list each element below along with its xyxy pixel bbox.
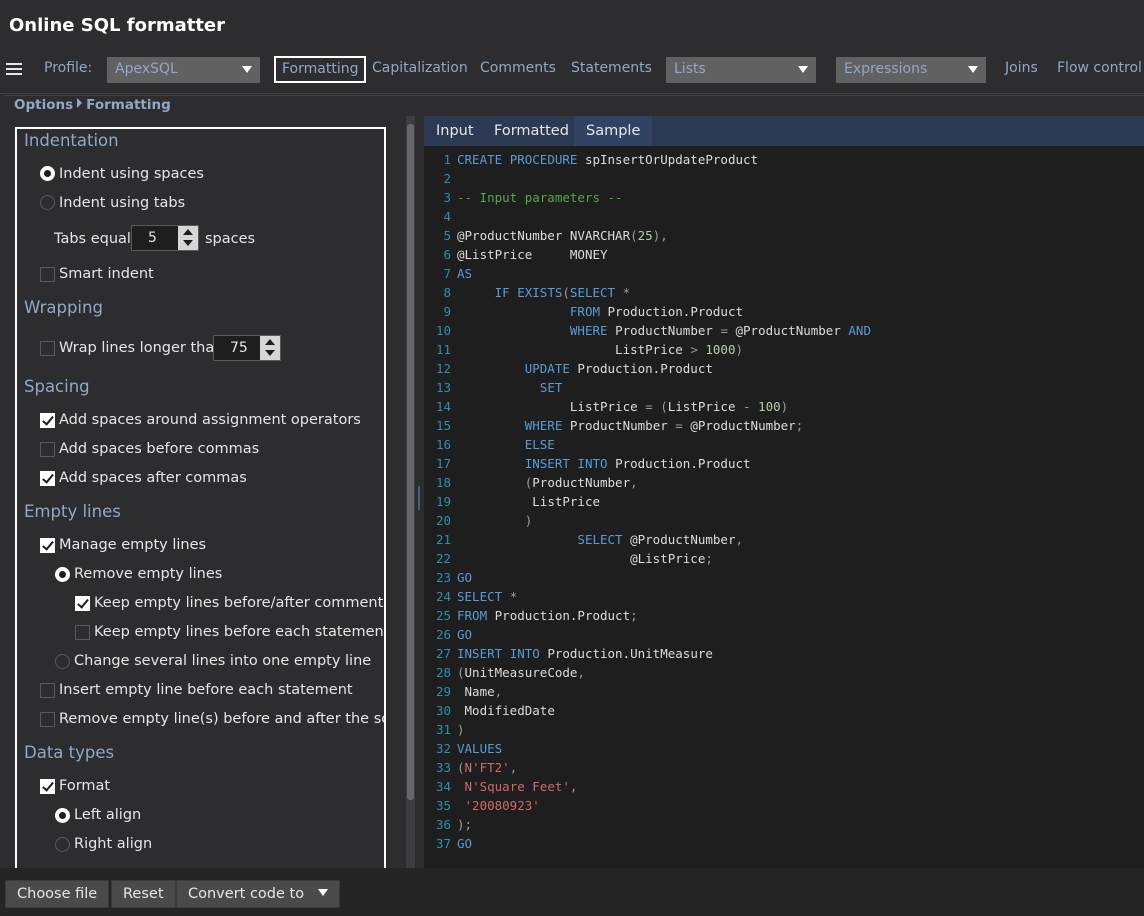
stepper-down-icon[interactable] [183, 240, 193, 246]
section-empty-lines: Empty lines [24, 502, 121, 521]
indent-tabs-label: Indent using tabs [59, 195, 186, 211]
change-lines-radio[interactable] [55, 654, 70, 669]
tabs-equal-stepper[interactable]: 5 [131, 225, 199, 251]
toolbar: Profile: ApexSQL Formatting Capitalizati… [0, 52, 1144, 94]
chevron-down-icon [242, 66, 252, 73]
tab-input[interactable]: Input [436, 123, 474, 139]
remove-script-lines-label: Remove empty line(s) before and after th… [59, 711, 386, 727]
panel-splitter[interactable] [415, 116, 424, 868]
change-lines-label: Change several lines into one empty line [74, 653, 372, 669]
chevron-down-icon [318, 889, 329, 896]
title-bar: Online SQL formatter [0, 0, 1144, 52]
breadcrumb-current: Formatting [86, 97, 171, 113]
assignment-spaces-label: Add spaces around assignment operators [59, 412, 361, 428]
lists-select-label: Lists [674, 61, 706, 77]
tab-comments[interactable]: Comments [480, 60, 556, 76]
bottom-bar: Choose file Reset Convert code to [0, 868, 1144, 916]
editor-tabs: Input Formatted Sample [424, 116, 1144, 146]
breadcrumb-bar: Options Formatting [4, 95, 1144, 116]
chevron-down-icon [968, 66, 978, 73]
left-align-radio[interactable] [55, 808, 70, 823]
wrap-lines-label: Wrap lines longer than [59, 340, 224, 356]
chevron-right-icon [77, 98, 83, 108]
format-checkbox[interactable] [40, 779, 55, 794]
tab-formatted[interactable]: Formatted [494, 123, 569, 139]
tabs-equal-value: 5 [148, 230, 157, 246]
choose-file-button[interactable]: Choose file [5, 880, 110, 908]
before-commas-label: Add spaces before commas [59, 441, 260, 457]
after-commas-checkbox[interactable] [40, 471, 55, 486]
profile-label: Profile: [44, 60, 93, 76]
convert-code-button[interactable]: Convert code to [176, 880, 341, 908]
format-label: Format [59, 778, 111, 794]
after-commas-label: Add spaces after commas [59, 470, 247, 486]
indent-spaces-radio[interactable] [40, 166, 55, 181]
right-align-label: Right align [74, 836, 153, 852]
app-title: Online SQL formatter [9, 15, 226, 36]
options-scrollbar[interactable] [406, 116, 415, 868]
scrollbar-thumb[interactable] [407, 124, 414, 800]
assignment-spaces-checkbox[interactable] [40, 413, 55, 428]
profile-select[interactable]: ApexSQL [107, 57, 260, 83]
tab-formatting[interactable]: Formatting [274, 56, 367, 83]
indent-tabs-radio[interactable] [40, 195, 55, 210]
keep-comments-checkbox[interactable] [75, 596, 90, 611]
tab-sample[interactable]: Sample [574, 116, 653, 146]
before-commas-checkbox[interactable] [40, 442, 55, 457]
section-data-types: Data types [24, 743, 115, 762]
insert-empty-line-checkbox[interactable] [40, 683, 55, 698]
section-spacing: Spacing [24, 377, 90, 396]
options-panel: Indentation Indent using spaces Indent u… [15, 127, 386, 868]
smart-indent-label: Smart indent [59, 266, 154, 282]
wrap-lines-value: 75 [230, 340, 248, 356]
tab-capitalization[interactable]: Capitalization [372, 60, 468, 76]
manage-empty-lines-label: Manage empty lines [59, 537, 207, 553]
right-align-radio[interactable] [55, 837, 70, 852]
convert-code-label: Convert code to [188, 886, 305, 902]
code-panel: Input Formatted Sample 1 CREATE PROCEDURE… [424, 116, 1144, 868]
section-wrapping: Wrapping [24, 298, 103, 317]
remove-script-lines-checkbox[interactable] [40, 712, 55, 727]
reset-button[interactable]: Reset [111, 880, 176, 908]
tab-flow-control[interactable]: Flow control [1057, 60, 1142, 76]
breadcrumb-root[interactable]: Options [14, 97, 73, 113]
chevron-down-icon [798, 66, 808, 73]
breadcrumb: Options Formatting [14, 97, 171, 113]
keep-statement-label: Keep empty lines before each statement [94, 624, 386, 640]
smart-indent-checkbox[interactable] [40, 267, 55, 282]
profile-select-value: ApexSQL [115, 61, 178, 77]
expressions-select[interactable]: Expressions [836, 57, 986, 83]
manage-empty-lines-checkbox[interactable] [40, 538, 55, 553]
splitter-grip-icon [418, 486, 420, 510]
keep-statement-checkbox[interactable] [75, 625, 90, 640]
expressions-select-label: Expressions [844, 61, 928, 77]
menu-icon[interactable] [6, 61, 22, 77]
insert-empty-line-label: Insert empty line before each statement [59, 682, 353, 698]
stepper-down-icon[interactable] [265, 350, 275, 356]
left-align-label: Left align [74, 807, 142, 823]
tab-statements[interactable]: Statements [571, 60, 652, 76]
section-indentation: Indentation [24, 131, 119, 150]
tabs-equal-unit: spaces [205, 231, 256, 247]
wrap-lines-checkbox[interactable] [40, 341, 55, 356]
tab-joins[interactable]: Joins [1005, 60, 1038, 76]
stepper-up-icon[interactable] [183, 229, 193, 235]
remove-empty-lines-label: Remove empty lines [74, 566, 223, 582]
tabs-equal-label: Tabs equal [54, 231, 131, 247]
remove-empty-lines-radio[interactable] [55, 567, 70, 582]
indent-spaces-label: Indent using spaces [59, 166, 204, 182]
stepper-up-icon[interactable] [265, 339, 275, 345]
keep-comments-label: Keep empty lines before/after comments [94, 595, 386, 611]
lists-select[interactable]: Lists [666, 57, 816, 83]
wrap-lines-stepper[interactable]: 75 [213, 335, 281, 361]
